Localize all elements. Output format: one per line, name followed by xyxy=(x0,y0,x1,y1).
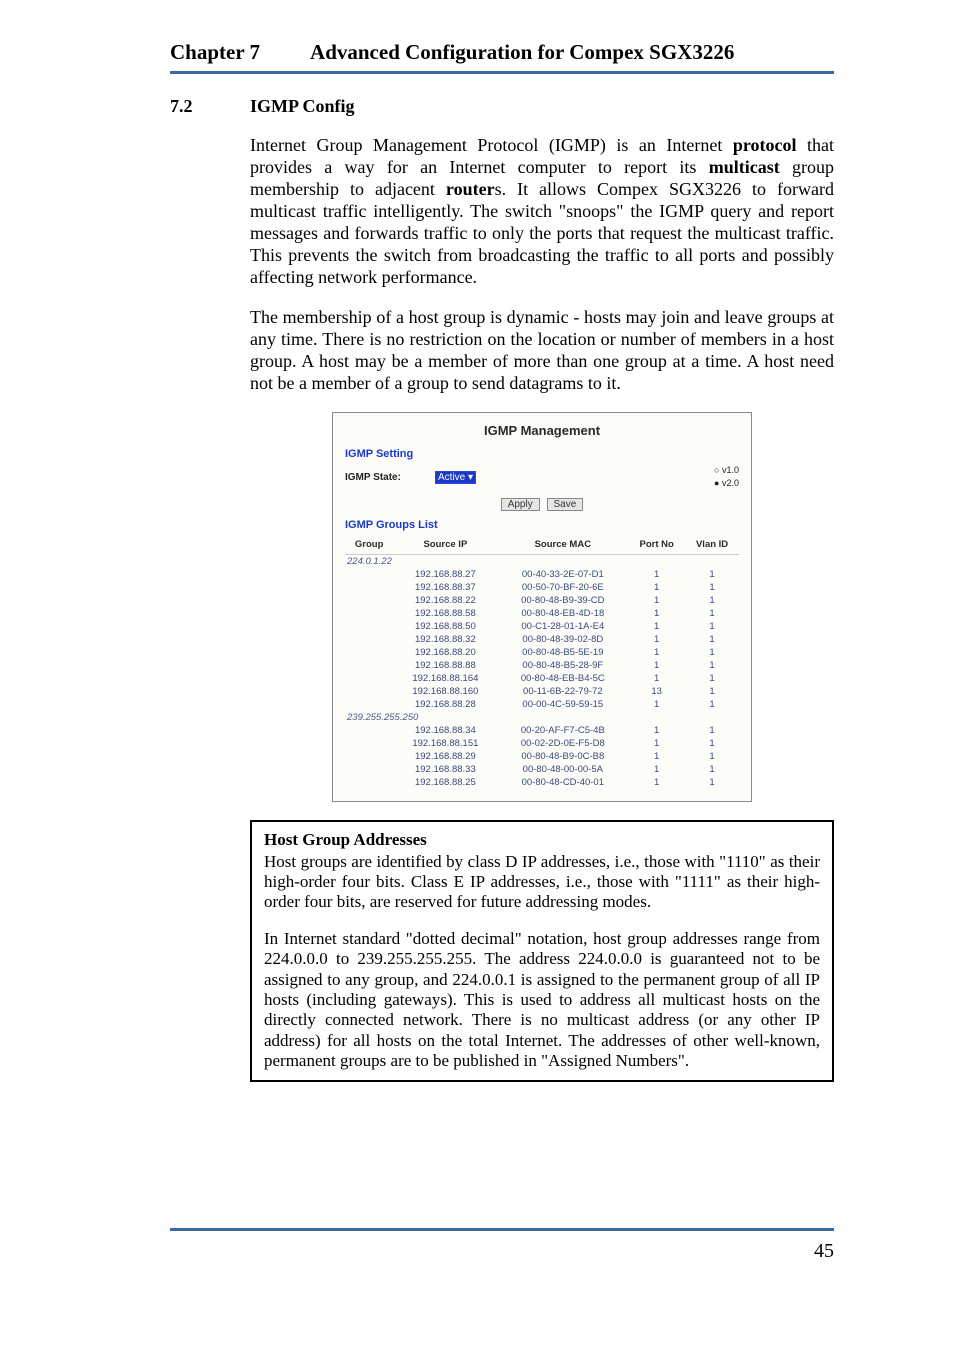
page-number: 45 xyxy=(814,1240,834,1263)
group-header: 224.0.1.22 xyxy=(345,554,739,568)
figure-section-setting: IGMP Setting xyxy=(345,448,739,460)
paragraph-1: Internet Group Management Protocol (IGMP… xyxy=(250,135,834,289)
col-group: Group xyxy=(345,535,393,555)
table-row: 192.168.88.2700-40-33-2E-07-D111 xyxy=(345,568,739,581)
table-row: 192.168.88.2200-80-48-B9-39-CD11 xyxy=(345,594,739,607)
col-source-ip: Source IP xyxy=(393,535,497,555)
section-number: 7.2 xyxy=(170,96,250,117)
table-row: 192.168.88.5000-C1-28-01-1A-E411 xyxy=(345,620,739,633)
table-row: 192.168.88.3300-80-48-00-00-5A11 xyxy=(345,763,739,776)
table-row: 192.168.88.15100-02-2D-0E-F5-D811 xyxy=(345,737,739,750)
radio-v1[interactable]: ○ v1.0 xyxy=(714,465,739,475)
section-title: IGMP Config xyxy=(250,96,355,117)
section-heading: 7.2 IGMP Config xyxy=(170,96,834,117)
table-row: 192.168.88.8800-80-48-B5-28-9F11 xyxy=(345,659,739,672)
table-row: 192.168.88.2900-80-48-B9-0C-B811 xyxy=(345,750,739,763)
groups-table: Group Source IP Source MAC Port No Vlan … xyxy=(345,535,739,789)
chapter-number: Chapter 7 xyxy=(170,40,260,65)
radio-v2[interactable]: ● v2.0 xyxy=(714,478,739,488)
table-row: 192.168.88.3200-80-48-39-02-8D11 xyxy=(345,633,739,646)
figure-title: IGMP Management xyxy=(345,423,739,438)
footer-rule xyxy=(170,1228,834,1231)
igmp-state-label: IGMP State: xyxy=(345,472,415,483)
group-header: 239.255.255.250 xyxy=(345,711,739,724)
table-row: 192.168.88.5800-80-48-EB-4D-1811 xyxy=(345,607,739,620)
apply-button[interactable]: Apply xyxy=(501,498,540,511)
table-row: 192.168.88.16400-80-48-EB-B4-5C11 xyxy=(345,672,739,685)
save-button[interactable]: Save xyxy=(547,498,584,511)
note-paragraph-1: Host groups are identified by class D IP… xyxy=(264,852,820,913)
table-row: 192.168.88.2800-00-4C-59-59-1511 xyxy=(345,698,739,711)
col-source-mac: Source MAC xyxy=(497,535,628,555)
paragraph-2: The membership of a host group is dynami… xyxy=(250,307,834,395)
table-row: 192.168.88.2500-80-48-CD-40-0111 xyxy=(345,776,739,789)
table-row: 192.168.88.3400-20-AF-F7-C5-4B11 xyxy=(345,724,739,737)
figure-section-groups: IGMP Groups List xyxy=(345,519,739,531)
chapter-header: Chapter 7 Advanced Configuration for Com… xyxy=(170,40,834,74)
igmp-state-select[interactable]: Active ▾ xyxy=(435,471,476,484)
chapter-title: Advanced Configuration for Compex SGX322… xyxy=(310,40,734,65)
table-row: 192.168.88.16000-11-6B-22-79-72131 xyxy=(345,685,739,698)
col-port: Port No xyxy=(628,535,685,555)
host-group-addresses-box: Host Group Addresses Host groups are ide… xyxy=(250,820,834,1082)
table-row: 192.168.88.2000-80-48-B5-5E-1911 xyxy=(345,646,739,659)
version-radios: ○ v1.0 ● v2.0 xyxy=(714,464,739,489)
note-title: Host Group Addresses xyxy=(264,830,820,850)
col-vlan: Vlan ID xyxy=(685,535,739,555)
table-row: 192.168.88.3700-50-70-BF-20-6E11 xyxy=(345,581,739,594)
note-paragraph-2: In Internet standard "dotted decimal" no… xyxy=(264,929,820,1072)
igmp-management-figure: IGMP Management IGMP Setting IGMP State:… xyxy=(332,412,752,801)
